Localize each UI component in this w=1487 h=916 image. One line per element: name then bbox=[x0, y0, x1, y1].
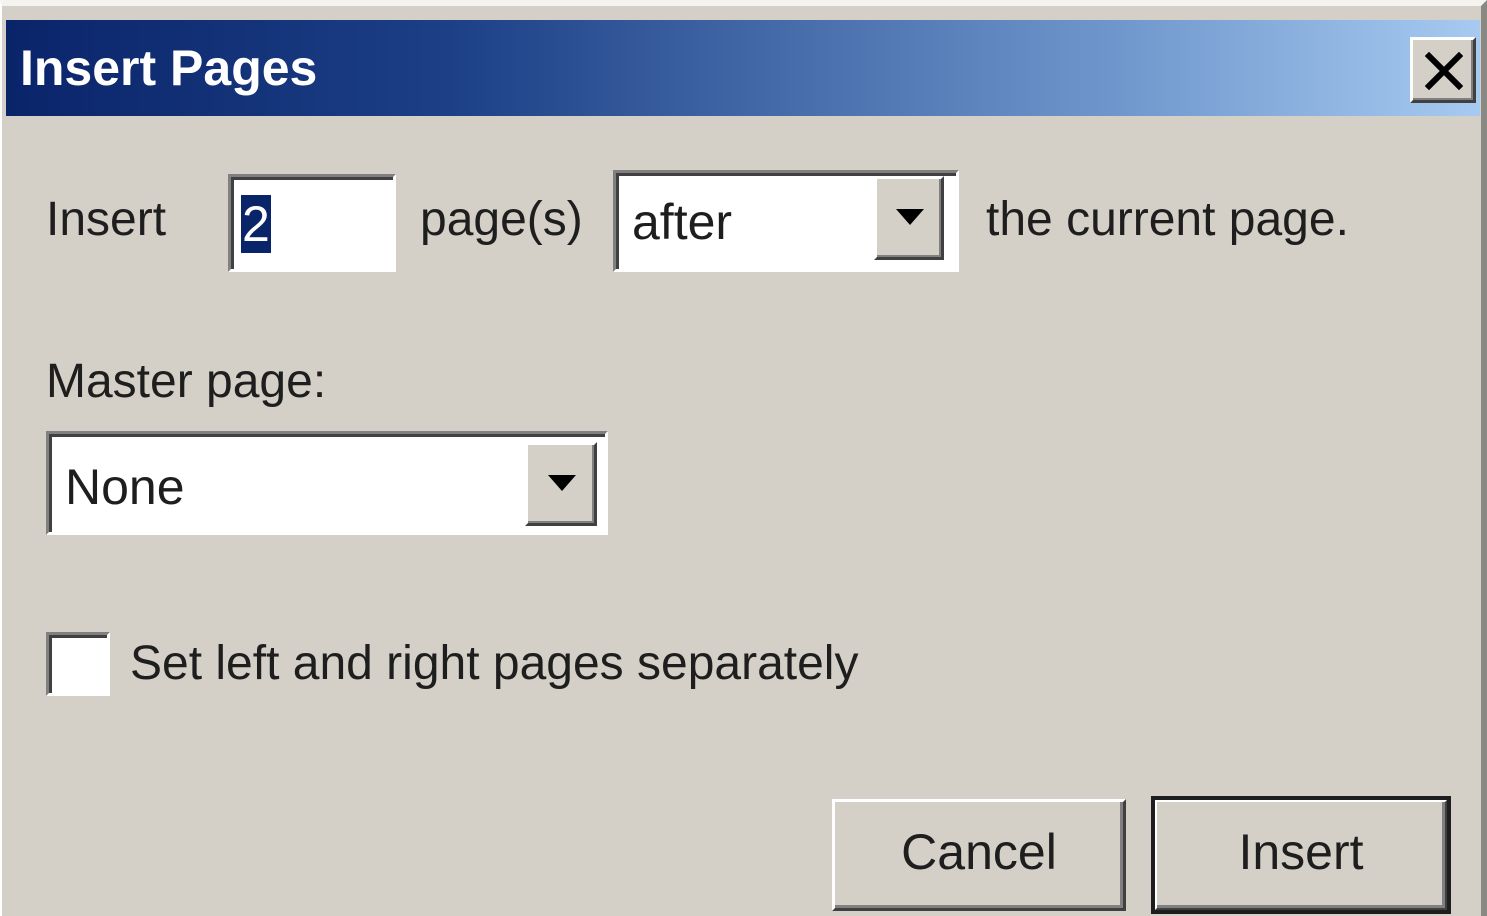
pages-label: page(s) bbox=[420, 193, 583, 246]
master-page-selected-value: None bbox=[65, 459, 185, 515]
separate-pages-label[interactable]: Set left and right pages separately bbox=[130, 636, 858, 692]
page-count-value: 2 bbox=[241, 195, 271, 253]
position-dropdown-button[interactable] bbox=[874, 176, 944, 260]
insert-label: Insert bbox=[46, 193, 167, 246]
close-icon bbox=[1425, 52, 1463, 90]
cancel-button[interactable]: Cancel bbox=[832, 799, 1126, 911]
close-button[interactable] bbox=[1410, 37, 1476, 103]
master-page-label: Master page: bbox=[46, 355, 327, 408]
position-select[interactable]: after bbox=[613, 170, 959, 272]
master-page-select[interactable]: None bbox=[46, 431, 608, 535]
insert-pages-dialog: Insert Pages Insert 2 page(s) after the … bbox=[0, 0, 1487, 916]
separate-pages-checkbox[interactable] bbox=[46, 632, 110, 696]
position-selected-value: after bbox=[632, 194, 733, 250]
insert-button[interactable]: Insert bbox=[1151, 796, 1451, 914]
chevron-down-icon bbox=[548, 475, 576, 491]
page-count-input[interactable]: 2 bbox=[228, 174, 396, 272]
dialog-title: Insert Pages bbox=[20, 40, 318, 96]
current-page-label: the current page. bbox=[986, 193, 1349, 246]
master-page-dropdown-button[interactable] bbox=[525, 442, 597, 526]
title-bar[interactable]: Insert Pages bbox=[6, 20, 1480, 116]
chevron-down-icon bbox=[896, 209, 924, 225]
